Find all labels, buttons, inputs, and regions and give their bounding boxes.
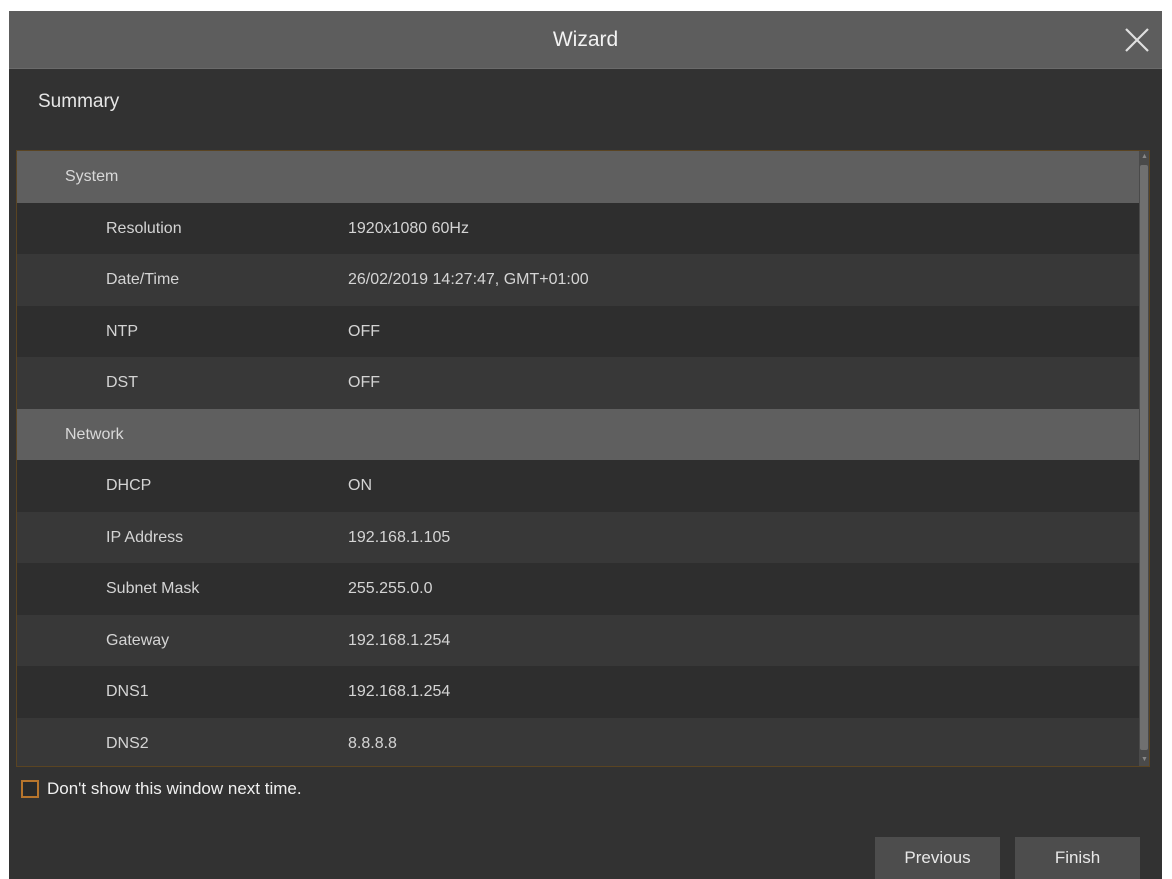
row-label: Subnet Mask bbox=[106, 580, 200, 597]
page-heading: Summary bbox=[38, 91, 120, 112]
scroll-thumb[interactable] bbox=[1140, 165, 1148, 750]
row-label: IP Address bbox=[106, 528, 184, 546]
row-value: OFF bbox=[348, 374, 380, 391]
row-value: 1920x1080 60Hz bbox=[348, 219, 469, 237]
dont-show-checkbox[interactable] bbox=[21, 780, 39, 798]
row-value: OFF bbox=[348, 322, 380, 340]
summary-panel: System Resolution 1920x1080 60Hz Date/Ti… bbox=[16, 150, 1150, 767]
row-label: DHCP bbox=[106, 477, 152, 494]
scrollbar[interactable]: ▲ ▼ bbox=[1139, 151, 1149, 766]
summary-row-dns1: DNS1 192.168.1.254 bbox=[17, 666, 1139, 718]
row-value: 255.255.0.0 bbox=[348, 580, 433, 597]
summary-row-dst: DST OFF bbox=[17, 357, 1139, 409]
row-label: Resolution bbox=[106, 219, 182, 237]
dont-show-option[interactable]: Don't show this window next time. bbox=[21, 777, 302, 801]
section-header-network: Network bbox=[17, 408, 1139, 460]
scroll-down-icon[interactable]: ▼ bbox=[1141, 755, 1148, 765]
summary-row-resolution: Resolution 1920x1080 60Hz bbox=[17, 202, 1139, 254]
summary-row-ntp: NTP OFF bbox=[17, 305, 1139, 357]
dont-show-label: Don't show this window next time. bbox=[47, 779, 302, 798]
section-header-system: System bbox=[17, 151, 1139, 203]
row-label: Gateway bbox=[106, 631, 170, 649]
finish-button[interactable]: Finish bbox=[1015, 837, 1140, 879]
row-label: DNS1 bbox=[106, 683, 149, 700]
row-value: 192.168.1.254 bbox=[348, 683, 451, 700]
row-value: 192.168.1.254 bbox=[348, 631, 451, 649]
row-label: NTP bbox=[106, 322, 138, 340]
summary-row-dhcp: DHCP ON bbox=[17, 460, 1139, 512]
summary-row-subnet-mask: Subnet Mask 255.255.0.0 bbox=[17, 563, 1139, 615]
section-label: Network bbox=[65, 425, 124, 443]
row-value: 192.168.1.105 bbox=[348, 528, 451, 546]
title-bar: Wizard bbox=[9, 11, 1162, 69]
previous-button[interactable]: Previous bbox=[875, 837, 1000, 879]
close-icon bbox=[1125, 28, 1149, 52]
row-value: ON bbox=[348, 477, 372, 494]
summary-row-gateway: Gateway 192.168.1.254 bbox=[17, 614, 1139, 666]
scroll-up-icon[interactable]: ▲ bbox=[1141, 152, 1148, 162]
window-title: Wizard bbox=[552, 28, 619, 51]
row-label: DST bbox=[106, 374, 138, 391]
summary-row-ip-address: IP Address 192.168.1.105 bbox=[17, 511, 1139, 563]
wizard-window: Wizard Summary System Resolution 1920x10… bbox=[9, 11, 1162, 879]
summary-list: System Resolution 1920x1080 60Hz Date/Ti… bbox=[17, 151, 1139, 766]
row-label: Date/Time bbox=[106, 271, 180, 288]
row-value: 26/02/2019 14:27:47, GMT+01:00 bbox=[348, 271, 589, 288]
row-value: 8.8.8.8 bbox=[348, 734, 397, 752]
summary-row-dns2: DNS2 8.8.8.8 bbox=[17, 717, 1139, 766]
close-button[interactable] bbox=[1122, 25, 1152, 55]
summary-row-datetime: Date/Time 26/02/2019 14:27:47, GMT+01:00 bbox=[17, 254, 1139, 306]
row-label: DNS2 bbox=[106, 734, 149, 752]
section-label: System bbox=[65, 168, 119, 185]
